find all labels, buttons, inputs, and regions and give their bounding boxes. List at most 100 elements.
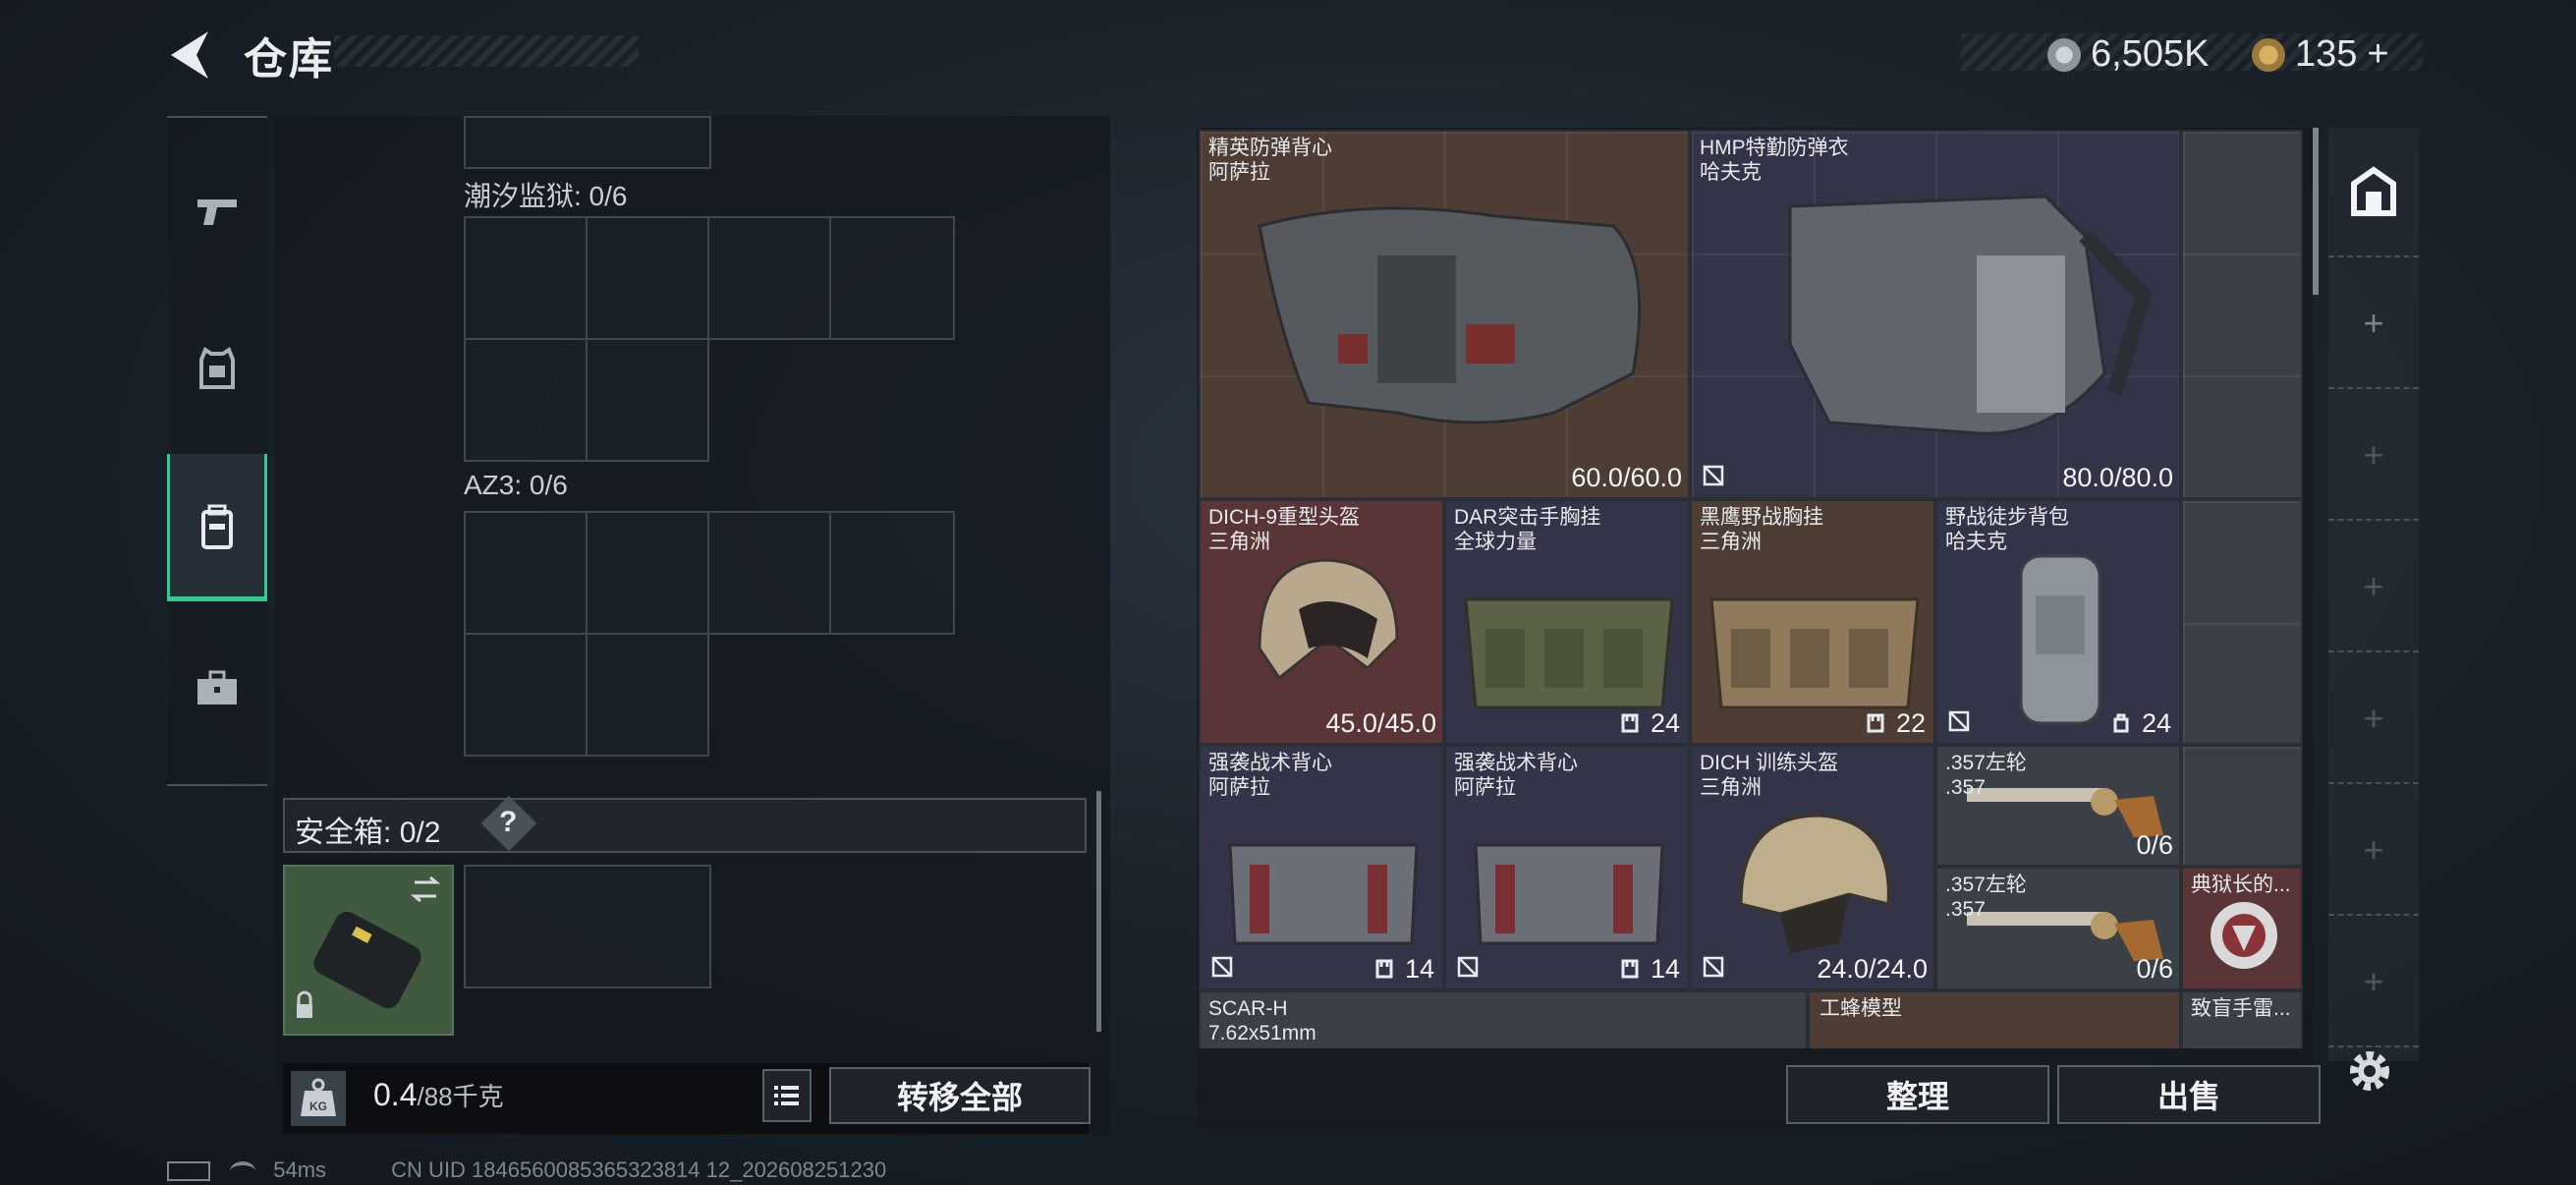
weight-value: 0.4/88千克 bbox=[373, 1077, 504, 1113]
safe-case-image bbox=[297, 875, 441, 1018]
item-durability: 80.0/80.0 bbox=[2062, 463, 2173, 492]
grid-cell[interactable] bbox=[586, 216, 709, 340]
inventory-item[interactable]: 黑鹰野战胸挂 三角洲 22 bbox=[1690, 499, 1935, 745]
inventory-item[interactable]: .357左轮 .357 0/6 bbox=[1935, 867, 2181, 990]
inventory-item[interactable]: SCAR-H 7.62x51mm bbox=[1199, 990, 1808, 1048]
tab-case[interactable] bbox=[167, 614, 267, 762]
grid-cell[interactable] bbox=[464, 511, 588, 635]
empty-slot[interactable] bbox=[2181, 745, 2303, 867]
currency-value: 6,505K bbox=[2091, 33, 2210, 75]
helmet-image bbox=[1739, 814, 1890, 953]
tab-weapons[interactable] bbox=[167, 138, 267, 285]
help-mark: ? bbox=[499, 806, 518, 838]
weight-max: /88千克 bbox=[417, 1082, 504, 1111]
item-name: 典狱长的... bbox=[2191, 874, 2291, 896]
item-name: HMP特勤防弹衣 哈夫克 bbox=[1700, 137, 1849, 184]
add-storage-button[interactable]: + bbox=[2328, 523, 2419, 652]
inventory-item[interactable]: 精英防弹背心 阿萨拉 60.0/60.0 bbox=[1199, 130, 1690, 499]
add-storage-button[interactable]: + bbox=[2328, 918, 2419, 1047]
grid-cell[interactable] bbox=[707, 216, 831, 340]
item-name: 强袭战术背心 阿萨拉 bbox=[1208, 752, 1332, 799]
inventory-item[interactable]: 典狱长的... bbox=[2181, 867, 2303, 990]
inventory-item[interactable]: HMP特勤防弹衣 哈夫克 80.0/80.0 bbox=[1690, 130, 2181, 499]
item-name: 黑鹰野战胸挂 三角洲 bbox=[1700, 506, 1823, 553]
tab-bag[interactable] bbox=[167, 454, 267, 601]
warden-badge-image bbox=[2211, 902, 2277, 969]
add-storage-button[interactable]: + bbox=[2328, 786, 2419, 916]
item-name: DAR突击手胸挂 全球力量 bbox=[1454, 506, 1601, 553]
chest-rig-image bbox=[1709, 597, 1920, 709]
tactical-vest-image bbox=[1474, 843, 1664, 945]
currency-2[interactable]: 135 + bbox=[2252, 33, 2389, 76]
grid-cell[interactable] bbox=[829, 511, 955, 635]
inventory-item[interactable]: 工蜂模型 bbox=[1808, 990, 2181, 1048]
settings-gear-icon[interactable] bbox=[2342, 1044, 2397, 1099]
safe-box-count: 0/2 bbox=[399, 817, 441, 849]
item-capacity: 14 bbox=[1650, 954, 1680, 984]
inventory-item[interactable]: 野战徒步背包 哈夫克 24 bbox=[1935, 499, 2181, 745]
storage-icon bbox=[2351, 166, 2396, 216]
back-arrow-icon[interactable] bbox=[165, 28, 212, 83]
armor-icon bbox=[199, 346, 235, 389]
item-capacity: 24 bbox=[1650, 708, 1680, 738]
battery-icon bbox=[167, 1161, 210, 1182]
inventory-item[interactable]: 强袭战术背心 阿萨拉 14 bbox=[1199, 745, 1444, 990]
empty-slot[interactable] bbox=[2181, 499, 2303, 745]
tab-armor[interactable] bbox=[167, 295, 267, 442]
list-view-button[interactable] bbox=[762, 1069, 812, 1122]
helmet-image bbox=[1258, 558, 1399, 681]
sort-button[interactable]: 整理 bbox=[1786, 1065, 2049, 1124]
storage-home-slot[interactable] bbox=[2328, 128, 2419, 257]
triangle-coin-icon bbox=[2252, 37, 2285, 72]
grid-cell[interactable] bbox=[586, 338, 709, 462]
safe-case-item[interactable] bbox=[283, 865, 454, 1036]
vest-image bbox=[1258, 206, 1642, 424]
inventory-item[interactable]: 强袭战术背心 阿萨拉 14 bbox=[1444, 745, 1690, 990]
inventory-item[interactable]: DICH 训练头盔 三角洲 24.0/24.0 bbox=[1690, 745, 1935, 990]
add-currency-button[interactable]: + bbox=[2367, 33, 2388, 76]
item-ammo: 0/6 bbox=[2136, 954, 2173, 984]
add-storage-button[interactable]: + bbox=[2328, 259, 2419, 389]
capacity-icon bbox=[1867, 713, 1884, 733]
item-capacity: 22 bbox=[1895, 708, 1926, 738]
inventory-item[interactable]: 致盲手雷... bbox=[2181, 990, 2303, 1048]
chest-rig-image bbox=[1464, 597, 1674, 709]
grid-cell[interactable] bbox=[464, 633, 588, 757]
inventory-item[interactable]: DICH-9重型头盔 三角洲 45.0/45.0 bbox=[1199, 499, 1444, 745]
kg-text: KG bbox=[309, 1100, 327, 1113]
empty-slot[interactable] bbox=[2181, 130, 2303, 499]
item-capacity: 24 bbox=[2141, 708, 2171, 738]
item-name: DICH-9重型头盔 三角洲 bbox=[1208, 506, 1361, 553]
grid-cell[interactable] bbox=[586, 633, 709, 757]
no-insurance-icon bbox=[1211, 956, 1233, 978]
grid-cell[interactable] bbox=[464, 216, 588, 340]
capacity-icon bbox=[1375, 959, 1393, 979]
item-durability: 45.0/45.0 bbox=[1325, 708, 1436, 738]
grid-cell[interactable] bbox=[464, 338, 588, 462]
grid-cell[interactable] bbox=[586, 511, 709, 635]
inventory-item[interactable]: DAR突击手胸挂 全球力量 24 bbox=[1444, 499, 1690, 745]
safe-box-slot[interactable] bbox=[464, 865, 711, 988]
no-insurance-icon bbox=[1703, 465, 1724, 486]
container-slot[interactable] bbox=[464, 116, 711, 169]
inventory-grid: 精英防弹背心 阿萨拉 60.0/60.0 HMP特勤防弹衣 哈夫克 80.0/80.… bbox=[1199, 130, 2303, 1048]
page-title: 仓库 bbox=[244, 35, 334, 84]
weight-current: 0.4 bbox=[373, 1077, 418, 1112]
item-name: 精英防弹背心 阿萨拉 bbox=[1208, 137, 1332, 184]
transfer-all-button[interactable]: 转移全部 bbox=[829, 1067, 1091, 1124]
title-decoration bbox=[334, 35, 639, 67]
ping-value: 54ms bbox=[273, 1157, 327, 1182]
container-scrollbar[interactable] bbox=[1096, 791, 1101, 1032]
category-tabs bbox=[167, 116, 267, 786]
grid-cell[interactable] bbox=[829, 216, 955, 340]
vest-image bbox=[1788, 195, 2154, 435]
inventory-scrollbar[interactable] bbox=[2313, 128, 2319, 295]
capacity-icon bbox=[1621, 713, 1639, 733]
container-label: 潮汐监狱: 0/6 bbox=[464, 181, 628, 211]
inventory-item[interactable]: .357左轮 .357 0/6 bbox=[1935, 745, 2181, 867]
backpack-icon bbox=[201, 504, 233, 549]
sell-button[interactable]: 出售 bbox=[2057, 1065, 2321, 1124]
add-storage-button[interactable]: + bbox=[2328, 654, 2419, 784]
grid-cell[interactable] bbox=[707, 511, 831, 635]
add-storage-button[interactable]: + bbox=[2328, 391, 2419, 521]
